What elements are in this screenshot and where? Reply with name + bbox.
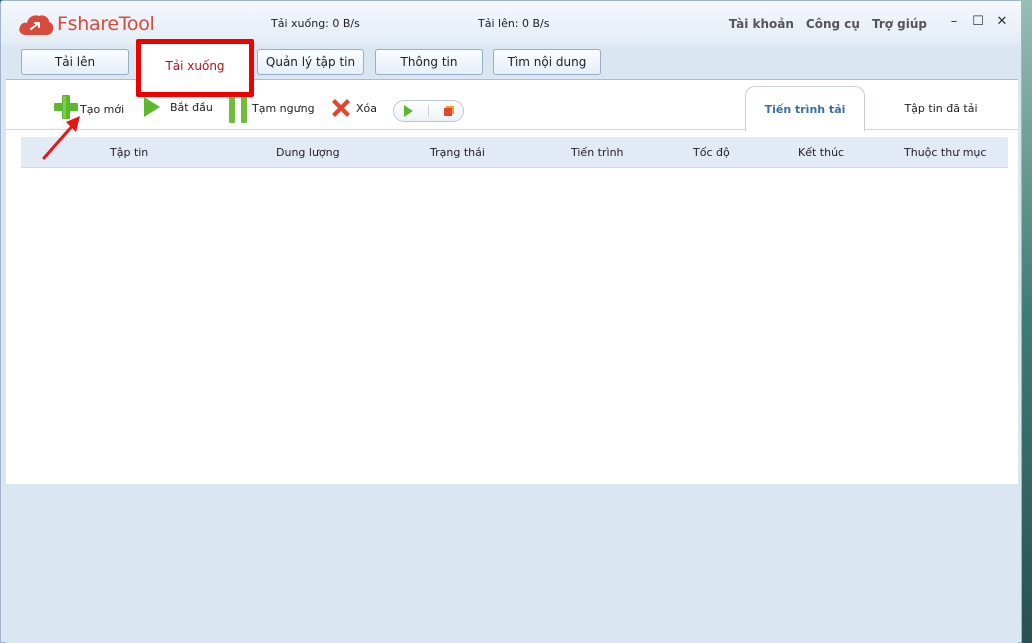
mini-separator [427, 105, 429, 117]
table-header: Tập tin Dung lượng Trạng thái Tiến trình… [21, 137, 1008, 168]
download-speed: Tải xuống: 0 B/s [271, 17, 360, 30]
download-panel: Tạo mới Bắt đầu Tạm ngưng Xóa Tiến trình… [6, 79, 1018, 484]
column-size[interactable]: Dung lượng [276, 146, 340, 159]
tab-search-content[interactable]: Tìm nội dung [493, 49, 601, 75]
pause-label: Tạm ngưng [252, 101, 315, 115]
app-logo: FshareTool [17, 9, 155, 39]
column-folder[interactable]: Thuộc thư mục [904, 146, 986, 159]
delete-button[interactable]: Xóa [329, 96, 377, 120]
start-button[interactable]: Bắt đầu [142, 96, 213, 118]
window-controls: – ☐ ✕ [945, 13, 1011, 31]
top-menu: Tài khoản Công cụ Trợ giúp [729, 17, 927, 31]
cloud-logo-icon [19, 15, 54, 35]
minimize-button[interactable]: – [945, 13, 963, 31]
mini-stop-icon[interactable] [442, 104, 456, 118]
column-file[interactable]: Tập tin [110, 146, 148, 159]
tab-file-manager[interactable]: Quản lý tập tin [257, 49, 364, 75]
delete-label: Xóa [356, 101, 378, 115]
mini-control-bar [393, 100, 464, 122]
column-speed[interactable]: Tốc độ [693, 146, 730, 159]
pause-icon [229, 93, 247, 123]
menu-account[interactable]: Tài khoản [729, 17, 794, 31]
pause-button[interactable]: Tạm ngưng [227, 93, 315, 123]
subtab-download-progress[interactable]: Tiến trình tải xuống [745, 86, 865, 162]
tab-info[interactable]: Thông tin [375, 49, 483, 75]
red-arrow-annotation [42, 116, 80, 160]
upload-speed: Tải lên: 0 B/s [478, 17, 550, 30]
maximize-button[interactable]: ☐ [969, 13, 987, 31]
app-name: FshareTool [57, 13, 155, 35]
column-finish[interactable]: Kết thúc [798, 146, 844, 159]
app-window: FshareTool Tải xuống: 0 B/s Tải lên: 0 B… [0, 0, 1022, 643]
delete-icon [332, 99, 350, 117]
menu-tools[interactable]: Công cụ [806, 17, 860, 31]
tab-upload[interactable]: Tải lên [21, 49, 129, 75]
column-status[interactable]: Trạng thái [430, 146, 485, 159]
column-progress[interactable]: Tiến trình [571, 146, 624, 159]
play-icon [144, 97, 160, 117]
menu-help[interactable]: Trợ giúp [872, 17, 927, 31]
tab-download[interactable]: Tải xuống [136, 39, 254, 97]
bottom-area [6, 484, 1018, 643]
close-button[interactable]: ✕ [993, 13, 1011, 31]
start-label: Bắt đầu [170, 100, 213, 114]
subtab-downloaded-files[interactable]: Tập tin đã tải [886, 86, 996, 131]
mini-play-icon[interactable] [401, 104, 415, 118]
